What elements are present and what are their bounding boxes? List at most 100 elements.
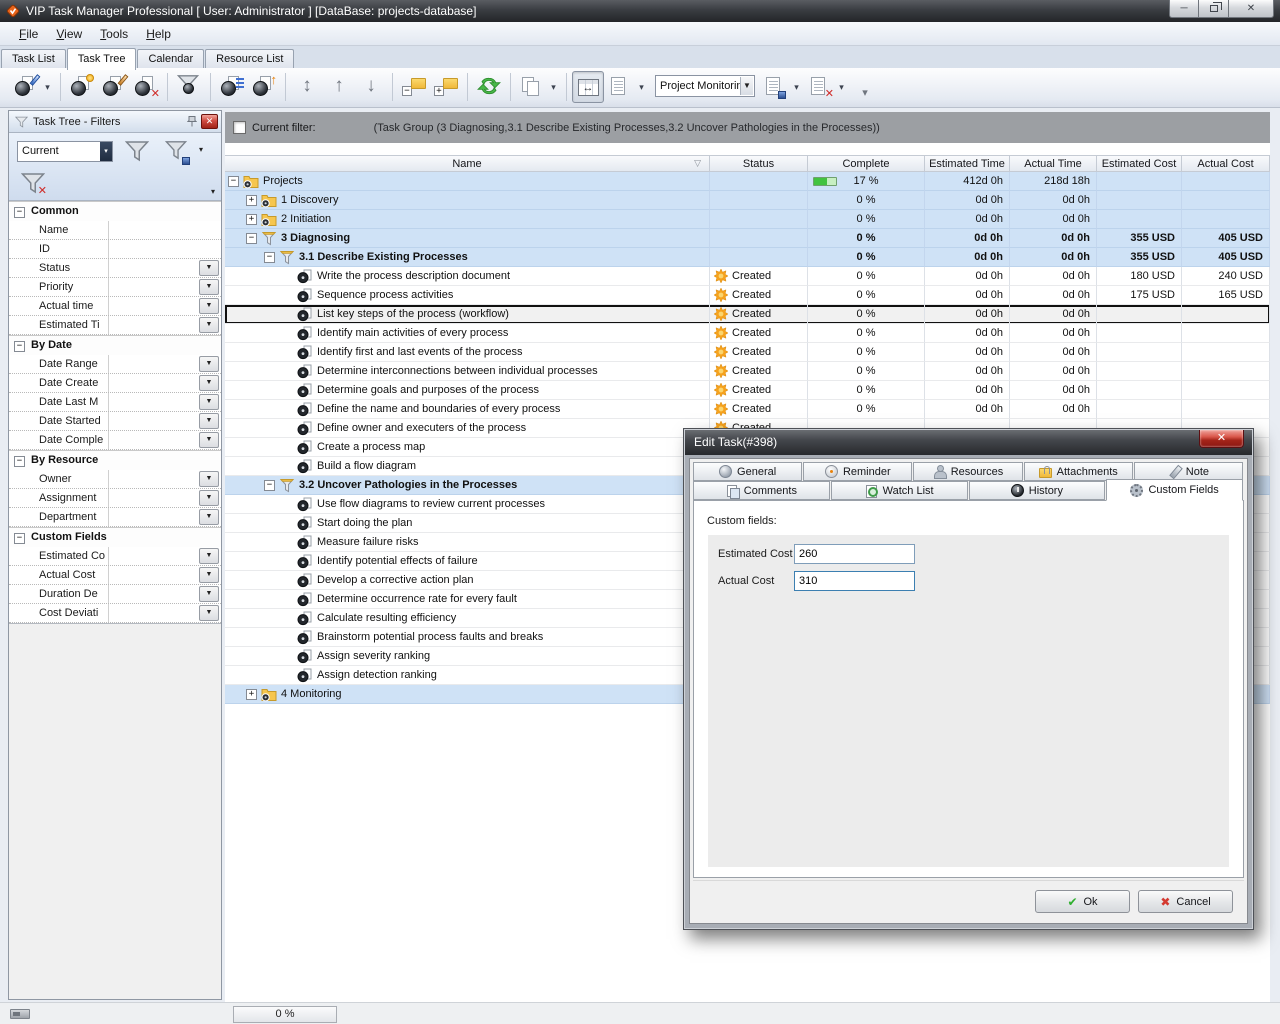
fit-columns-button[interactable]: ↔ (572, 71, 604, 103)
task-group-row[interactable]: −3 Diagnosing0 %0d 0h0d 0h355 USD405 USD (225, 229, 1270, 248)
collapse-icon[interactable]: − (246, 233, 257, 244)
filter-field-value[interactable]: ▼ (108, 412, 221, 430)
expand-icon[interactable]: + (246, 689, 257, 700)
filter-field-value[interactable]: ▼ (108, 566, 221, 584)
collapse-all-button[interactable]: − (398, 71, 430, 103)
filter-field-value[interactable]: ▼ (108, 585, 221, 603)
chevron-down-icon[interactable]: ▾ (100, 142, 112, 161)
close-button[interactable]: ✕ (1228, 0, 1274, 18)
tab-task-tree[interactable]: Task Tree (67, 48, 137, 70)
chevron-down-icon[interactable]: ▼ (199, 260, 219, 276)
move-up-button[interactable]: ↑ (323, 71, 355, 103)
task-row[interactable]: Identify main activities of every proces… (225, 324, 1270, 343)
apply-filter-button[interactable] (121, 137, 155, 167)
collapse-icon[interactable]: − (228, 176, 239, 187)
filter-field-value[interactable]: ▼ (108, 374, 221, 392)
task-group-row[interactable]: −3.1 Describe Existing Processes0 %0d 0h… (225, 248, 1270, 267)
task-row[interactable]: Define the name and boundaries of every … (225, 400, 1270, 419)
filter-group-custom-fields[interactable]: −Custom Fields (9, 527, 221, 547)
filter-panel-close-button[interactable]: ✕ (201, 114, 218, 129)
minimize-button[interactable]: ─ (1169, 0, 1199, 18)
column-header-estimated-cost[interactable]: Estimated Cost (1097, 156, 1182, 171)
filter-field-value[interactable]: ▼ (108, 316, 221, 334)
expand-all-button[interactable]: + (430, 71, 462, 103)
filter-group-common[interactable]: −Common (9, 201, 221, 221)
column-header-complete[interactable]: Complete (808, 156, 925, 171)
chevron-down-icon[interactable]: ▼ (199, 413, 219, 429)
column-header-name[interactable]: Name▽ (225, 156, 710, 171)
task-group-row[interactable]: +2 Initiation0 %0d 0h0d 0h (225, 210, 1270, 229)
collapse-icon[interactable]: − (14, 341, 25, 352)
chevron-down-icon[interactable]: ▼ (199, 356, 219, 372)
chevron-down-icon[interactable]: ▼ (199, 298, 219, 314)
filter-field-value[interactable]: ▼ (108, 393, 221, 411)
add-subtask-button[interactable] (66, 71, 98, 103)
task-group-row[interactable]: −Projects17 %412d 0h218d 18h (225, 172, 1270, 191)
menu-file[interactable]: File (10, 23, 47, 45)
filter-tasks-button[interactable] (173, 71, 205, 103)
dialog-tab-general[interactable]: General (693, 462, 802, 481)
chevron-down-icon[interactable]: ▼ (199, 279, 219, 295)
dialog-tab-watch-list[interactable]: Watch List (831, 481, 968, 500)
filter-field-value[interactable]: ▼ (108, 470, 221, 488)
filter-field-value[interactable]: ▼ (108, 489, 221, 507)
restore-button[interactable] (1199, 0, 1228, 18)
chevron-down-icon[interactable]: ▼ (199, 605, 219, 621)
chevron-down-icon[interactable]: ▾ (836, 71, 847, 103)
chevron-down-icon[interactable]: ▾ (636, 71, 647, 103)
dialog-tab-reminder[interactable]: Reminder (803, 462, 912, 481)
ok-button[interactable]: ✔ Ok (1035, 890, 1130, 913)
collapse-icon[interactable]: − (14, 207, 25, 218)
task-row[interactable]: Determine goals and purposes of the proc… (225, 381, 1270, 400)
task-row[interactable]: Determine interconnections between indiv… (225, 362, 1270, 381)
column-header-actual-time[interactable]: Actual Time (1010, 156, 1097, 171)
menu-tools[interactable]: Tools (91, 23, 137, 45)
delete-task-button[interactable]: ✕ (130, 71, 162, 103)
chevron-down-icon[interactable]: ▾ (199, 145, 203, 154)
pin-icon[interactable] (187, 115, 197, 128)
filter-field-value[interactable]: ▼ (108, 508, 221, 526)
filter-field-value[interactable]: ▼ (108, 278, 221, 296)
filter-field-value[interactable]: ▼ (108, 297, 221, 315)
estimated-cost-input[interactable] (794, 544, 915, 564)
filter-group-by-date[interactable]: −By Date (9, 335, 221, 355)
expand-icon[interactable]: + (246, 195, 257, 206)
task-row[interactable]: Sequence process activitiesCreated0 %0d … (225, 286, 1270, 305)
chevron-down-icon[interactable]: ▾ (211, 187, 215, 196)
clear-filter-button[interactable]: ✕ (17, 169, 51, 199)
dialog-tab-custom-fields[interactable]: Custom Fields (1106, 479, 1243, 501)
chevron-down-icon[interactable]: ▼ (740, 77, 753, 95)
chevron-down-icon[interactable]: ▼ (199, 567, 219, 583)
filter-group-by-resource[interactable]: −By Resource (9, 450, 221, 470)
chevron-down-icon[interactable]: ▾ (548, 71, 559, 103)
column-header-actual-cost[interactable]: Actual Cost (1182, 156, 1270, 171)
move-down-button[interactable]: ↓ (355, 71, 387, 103)
collapse-icon[interactable]: − (14, 533, 25, 544)
refresh-button[interactable] (473, 71, 505, 103)
tab-task-list[interactable]: Task List (1, 49, 66, 68)
report-combobox[interactable]: Project Monitoring▼ (655, 75, 755, 97)
tab-resource-list[interactable]: Resource List (205, 49, 294, 68)
chevron-down-icon[interactable]: ▼ (199, 586, 219, 602)
edit-task-button[interactable] (98, 71, 130, 103)
move-updown-button[interactable]: ↕ (291, 71, 323, 103)
filter-field-value[interactable] (108, 221, 221, 239)
column-header-status[interactable]: Status (710, 156, 808, 171)
task-priority-button[interactable]: ↑ (248, 71, 280, 103)
task-row[interactable]: Identify first and last events of the pr… (225, 343, 1270, 362)
duplicate-button[interactable] (516, 71, 548, 103)
filter-field-value[interactable]: ▼ (108, 431, 221, 449)
dialog-close-button[interactable]: ✕ (1199, 430, 1244, 448)
task-row[interactable]: Write the process description documentCr… (225, 267, 1270, 286)
chevron-down-icon[interactable]: ▾ (42, 71, 53, 103)
chevron-down-icon[interactable]: ▼ (199, 509, 219, 525)
filter-field-value[interactable]: ▼ (108, 355, 221, 373)
chevron-down-icon[interactable]: ▼ (199, 317, 219, 333)
task-row[interactable]: List key steps of the process (workflow)… (225, 305, 1270, 324)
dialog-tab-resources[interactable]: Resources (913, 462, 1022, 481)
filter-field-value[interactable]: ▼ (108, 604, 221, 622)
tab-calendar[interactable]: Calendar (137, 49, 204, 68)
dialog-tab-comments[interactable]: Comments (693, 481, 830, 500)
chevron-down-icon[interactable]: ▼ (199, 548, 219, 564)
add-task-button[interactable] (10, 71, 42, 103)
